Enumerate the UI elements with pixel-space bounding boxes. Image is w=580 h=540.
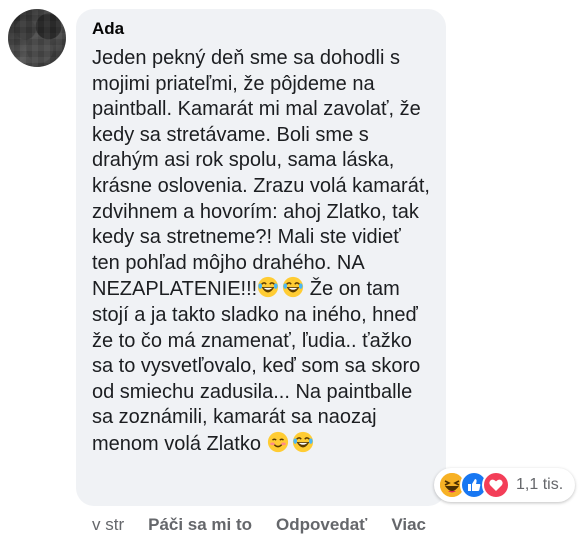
comment-text-part1: Jeden pekný deň sme sa dohodli s mojimi … <box>92 47 430 301</box>
comment-actions: v str Páči sa mi to Odpovedať Viac <box>92 514 426 536</box>
smiling-blush-icon <box>267 431 288 452</box>
comment-author[interactable]: Ada <box>92 18 124 40</box>
comment-page: Ada Jeden pekný deň sme sa dohodli s moj… <box>0 0 580 540</box>
comment-timestamp[interactable]: v str <box>92 514 124 536</box>
reactions-summary[interactable]: 1,1 tis. <box>434 468 576 502</box>
like-button[interactable]: Páči sa mi to <box>148 514 252 536</box>
laughing-tears-icon <box>283 277 304 298</box>
comment-bubble: Ada Jeden pekný deň sme sa dohodli s moj… <box>76 9 446 506</box>
reaction-icons <box>438 471 510 499</box>
comment-text: Jeden pekný deň sme sa dohodli s mojimi … <box>92 46 430 458</box>
reaction-count: 1,1 tis. <box>516 476 564 493</box>
more-button[interactable]: Viac <box>391 514 426 536</box>
laughing-tears-icon <box>292 431 313 452</box>
reply-button[interactable]: Odpovedať <box>276 514 367 536</box>
love-reaction-icon <box>482 471 510 499</box>
laughing-tears-icon <box>258 277 279 298</box>
avatar[interactable] <box>8 9 66 67</box>
avatar-pixelation <box>8 9 66 67</box>
comment-text-part2: Že on tam stojí a ja takto sladko na iné… <box>92 278 421 455</box>
